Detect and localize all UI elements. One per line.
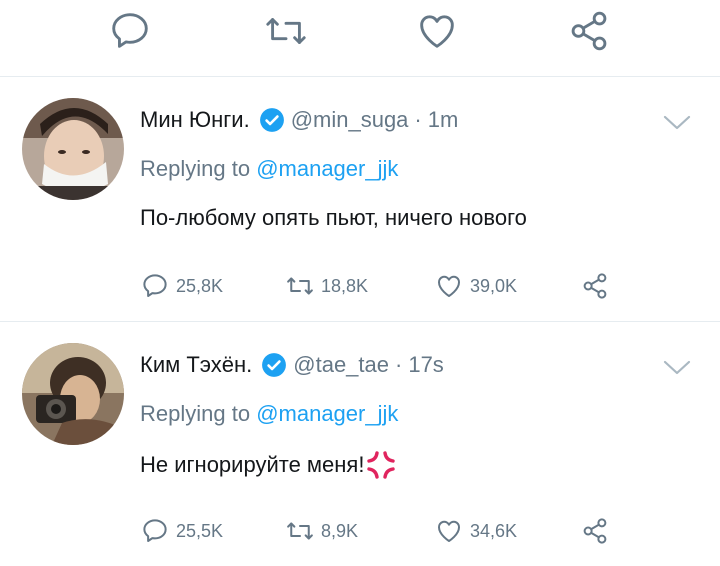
tweet-header: Ким Тэхён. @tae_tae · 17s <box>140 348 444 382</box>
like-count: 34,6K <box>470 520 518 541</box>
username[interactable]: @min_suga <box>291 107 409 133</box>
display-name[interactable]: Мин Юнги. <box>140 107 250 133</box>
reply-button[interactable]: 25,5K <box>140 516 223 546</box>
heart-icon <box>438 275 460 297</box>
display-name[interactable]: Ким Тэхён. <box>140 352 252 378</box>
share-button[interactable] <box>580 516 610 546</box>
reply-icon <box>143 274 167 297</box>
reply-icon <box>143 519 167 542</box>
anger-symbol-icon <box>366 450 396 480</box>
retweet-icon[interactable] <box>263 8 309 54</box>
tweet-actions: 25,5K 8,9K 34,6K <box>140 516 640 546</box>
tweet[interactable]: Ким Тэхён. @tae_tae · 17s Replying to @m… <box>0 322 720 566</box>
chevron-down-icon[interactable] <box>662 113 692 133</box>
share-icon[interactable] <box>566 8 612 54</box>
reply-count: 25,5K <box>176 520 224 541</box>
replying-to: Replying to @manager_jjk <box>140 401 398 427</box>
like-count: 39,0K <box>470 275 518 296</box>
retweet-count: 8,9K <box>321 520 359 541</box>
tweet-text-content: По-любому опять пьют, ничего нового <box>140 205 527 230</box>
tweet-header: Мин Юнги. @min_suga · 1m <box>140 103 458 137</box>
tweet-text-content: Не игнорируйте меня! <box>140 452 365 477</box>
avatar[interactable] <box>22 98 124 200</box>
timestamp[interactable]: 17s <box>408 352 443 378</box>
share-button[interactable] <box>580 271 610 301</box>
share-icon <box>583 518 607 544</box>
retweet-icon <box>287 277 313 295</box>
like-button[interactable]: 34,6K <box>434 516 517 546</box>
tweet[interactable]: Мин Юнги. @min_suga · 1m Replying to @ma… <box>0 77 720 321</box>
mention-link[interactable]: @manager_jjk <box>256 156 398 181</box>
reply-button[interactable]: 25,8K <box>140 271 223 301</box>
separator-dot: · <box>395 352 403 377</box>
heart-icon <box>438 520 460 542</box>
verified-badge-icon <box>261 352 287 378</box>
chevron-down-icon[interactable] <box>662 358 692 378</box>
heart-icon[interactable] <box>414 8 460 54</box>
share-icon <box>583 273 607 299</box>
reply-count: 25,8K <box>176 275 224 296</box>
separator-dot: · <box>414 107 422 132</box>
retweet-icon <box>287 522 313 540</box>
retweet-button[interactable]: 8,9K <box>285 516 358 546</box>
like-button[interactable]: 39,0K <box>434 271 517 301</box>
tweet-text: Не игнорируйте меня! <box>140 450 396 480</box>
replying-to-label: Replying to <box>140 156 257 181</box>
replying-to-label: Replying to <box>140 401 257 426</box>
verified-badge-icon <box>259 107 285 133</box>
mention-link[interactable]: @manager_jjk <box>256 401 398 426</box>
reply-icon[interactable] <box>107 8 153 54</box>
avatar[interactable] <box>22 343 124 445</box>
tweet-actions: 25,8K 18,8K 39,0K <box>140 271 640 301</box>
tweet-text: По-любому опять пьют, ничего нового <box>140 205 527 231</box>
top-action-bar <box>0 0 720 72</box>
timestamp[interactable]: 1m <box>428 107 459 133</box>
retweet-count: 18,8K <box>321 275 369 296</box>
replying-to: Replying to @manager_jjk <box>140 156 398 182</box>
retweet-button[interactable]: 18,8K <box>285 271 368 301</box>
username[interactable]: @tae_tae <box>293 352 389 378</box>
